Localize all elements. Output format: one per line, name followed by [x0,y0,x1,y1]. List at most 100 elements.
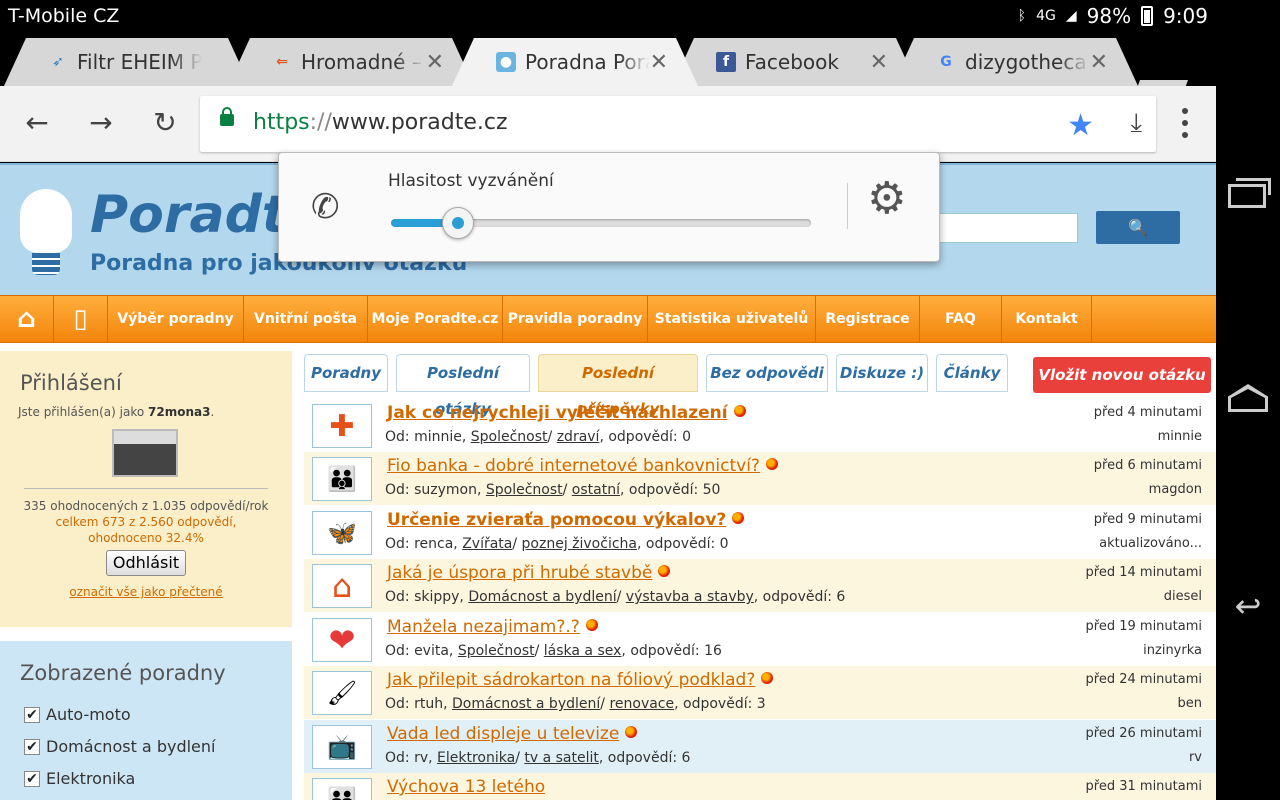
question-time: před 14 minutami [1085,565,1202,580]
logged-in-text: Jste přihlášen(a) jako 72mona3. [18,405,215,419]
overflow-menu-icon[interactable] [1172,108,1198,138]
address-bar[interactable]: https://www.poradte.cz ★ ⤓ [200,96,1156,152]
tab-diskuze[interactable]: Diskuze :) [836,354,928,392]
category-checkbox-auto[interactable]: ✔ Auto-moto [24,705,131,724]
question-title-link[interactable]: Vada led displeje u televize [387,724,638,744]
subcategory-link[interactable]: ostatní [572,482,620,498]
question-title-link[interactable]: Jak přilepit sádrokarton na fóliový podk… [387,670,774,690]
nav-statistika[interactable]: Statistika uživatelů [648,296,816,342]
tab-bez-odpovedi[interactable]: Bez odpovědi [706,354,828,392]
ringtone-volume-dialog: ✆ Hlasitost vyzvánění ⚙ [278,152,940,262]
list-item[interactable]: ⌂ Jaká je úspora při hrubé stavbě Od: sk… [304,559,1216,612]
tab-title: Poradna Poradte.cz [525,50,645,74]
question-time: před 6 minutami [1093,458,1202,473]
nav-moje-poradte[interactable]: Moje Poradte.cz [368,296,503,342]
bookmark-star-icon[interactable]: ★ [1067,108,1094,143]
question-user: aktualizováno... [1099,536,1202,551]
nav-kontakt[interactable]: Kontakt [1002,296,1092,342]
list-item[interactable]: ✚ Jak co nejrychleji vyléčit nachlazení … [304,399,1216,452]
close-tab-icon[interactable]: ✕ [1090,50,1108,75]
browser-tab-poradna[interactable]: ● Poradna Poradte.cz ✕ [452,38,698,86]
tab-title: Facebook [745,50,839,74]
browser-tab-hromadne[interactable]: ⇐ Hromadné – Se ✕ [228,38,474,86]
list-item[interactable]: 👪 Fio banka - dobré internetové bankovni… [304,452,1216,505]
forward-arrow-icon[interactable]: → [86,108,116,138]
category-link[interactable]: Společnost [486,482,563,498]
logout-button[interactable]: Odhlásit [106,550,186,576]
tv-icon: 📺 [312,725,372,769]
question-title-link[interactable]: Jak co nejrychleji vyléčit nachlazení [387,403,746,423]
url-text[interactable]: https://www.poradte.cz [253,110,508,135]
question-meta: Od: evita, Společnost/ láska a sex, odpo… [385,643,722,659]
bluetooth-icon: ᛒ [1017,8,1027,24]
download-icon[interactable]: ⤓ [1131,108,1143,139]
volume-slider-handle[interactable] [442,207,475,239]
list-item[interactable]: 👪 Výchova 13 letého před 31 minutami [304,773,1216,800]
nav-registrace[interactable]: Registrace [816,296,920,342]
browser-tab-facebook[interactable]: f Facebook ✕ [672,38,918,86]
tab-posledni-otazky[interactable]: Poslední otázky [396,354,530,418]
recent-apps-icon[interactable] [1228,178,1271,208]
subcategory-link[interactable]: renovace [609,696,674,712]
question-meta: Od: rv, Elektronika/ tv a satelit, odpov… [385,750,691,766]
shown-title: Zobrazené poradny [20,661,226,685]
question-meta: Od: suzymon, Společnost/ ostatní, odpově… [385,482,721,498]
list-item[interactable]: 📺 Vada led displeje u televize Od: rv, E… [304,720,1216,773]
tab-clanky[interactable]: Články [936,354,1008,392]
question-title-link[interactable]: Jaká je úspora při hrubé stavbě [387,563,671,583]
question-title-link[interactable]: Fio banka - dobré internetové bankovnict… [387,456,778,476]
subcategory-link[interactable]: tv a satelit [524,750,599,766]
question-time: před 24 minutami [1085,672,1202,687]
nav-pravidla[interactable]: Pravidla poradny [503,296,648,342]
mark-all-read-link[interactable]: označit vše jako přečtené [0,585,292,599]
question-user: minnie [1157,429,1202,444]
back-icon[interactable]: ↩ [1226,586,1270,626]
category-link[interactable]: Domácnost a bydlení [468,589,616,605]
subcategory-link[interactable]: výstavba a stavby [626,589,754,605]
shown-categories-panel: Zobrazené poradny ✔ Auto-moto ✔ Domácnost … [0,641,292,800]
category-link[interactable]: Společnost [471,429,548,445]
tab-posledni-prispevky[interactable]: Poslední příspěvky [538,354,698,418]
browser-tab-eheim[interactable]: ➶ Filtr EHEIM Pick [4,38,250,86]
close-tab-icon[interactable]: ✕ [870,50,888,75]
avatar[interactable] [112,429,178,477]
subcategory-link[interactable]: láska a sex [544,643,622,659]
back-arrow-icon[interactable]: ← [22,108,52,138]
home-button-icon[interactable] [1228,384,1268,412]
category-checkbox-domacnost[interactable]: ✔ Domácnost a bydlení [24,737,215,756]
category-link[interactable]: Elektronika [437,750,515,766]
tab-poradny[interactable]: Poradny [304,354,388,392]
reload-icon[interactable]: ↻ [150,108,180,138]
category-link[interactable]: Společnost [458,643,535,659]
subcategory-link[interactable]: poznej živočicha [522,536,637,552]
new-question-button[interactable]: Vložit novou otázku [1033,357,1211,393]
nav-faq[interactable]: FAQ [920,296,1002,342]
home-icon[interactable]: ⌂ [0,296,54,342]
mobile-icon[interactable]: ▯ [54,296,108,342]
new-dot-icon [761,672,774,684]
browser-tab-google[interactable]: G dizygotheca - Hledat Googlem ✕ [892,38,1138,86]
question-title-link[interactable]: Manžela nezajimam?.? [387,617,598,637]
question-title-link[interactable]: Určenie zvieraťa pomocou výkalov? [387,510,745,530]
search-button[interactable]: 🔍 [1096,211,1180,244]
gear-icon[interactable]: ⚙ [867,177,906,221]
subcategory-link[interactable]: zdraví [557,429,600,445]
question-user: ben [1177,696,1203,711]
signal-icon: ◢ [1065,8,1077,24]
nav-vyber-poradny[interactable]: Výběr poradny [108,296,244,342]
tab-title: dizygotheca - Hledat Googlem [965,50,1087,74]
tab-title: Hromadné – Se [301,50,422,74]
category-link[interactable]: Domácnost a bydlení [452,696,600,712]
close-tab-icon[interactable]: ✕ [650,50,668,75]
search-input[interactable] [936,213,1078,243]
question-title-link[interactable]: Výchova 13 letého [387,777,545,797]
list-item[interactable]: 🖌 Jak přilepit sádrokarton na fóliový po… [304,666,1216,719]
nav-vnitrni-posta[interactable]: Vnitřní pošta [244,296,368,342]
category-link[interactable]: Zvířata [462,536,512,552]
list-item[interactable]: ❤ Manžela nezajimam?.? Od: evita, Společ… [304,613,1216,666]
close-tab-icon[interactable]: ✕ [426,50,444,75]
list-item[interactable]: 🦋 Určenie zvieraťa pomocou výkalov? Od: … [304,506,1216,559]
network-label: 4G [1036,8,1056,24]
new-dot-icon [658,565,671,577]
category-checkbox-elektronika[interactable]: ✔ Elektronika [24,769,135,788]
